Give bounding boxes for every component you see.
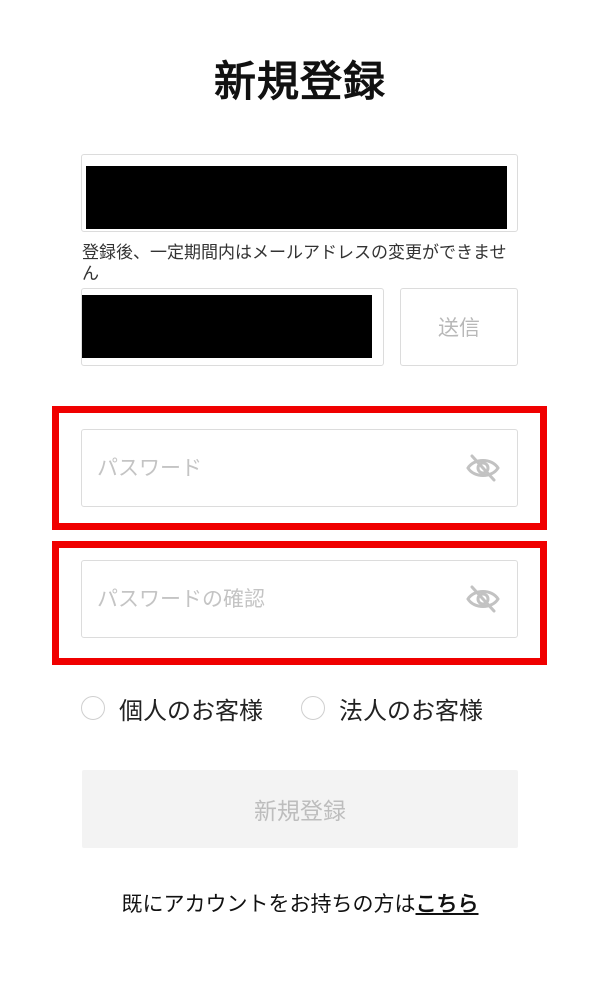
verification-code-field[interactable] [81,288,384,366]
register-button[interactable]: 新規登録 [82,770,518,848]
radio-label-corporate: 法人のお客様 [339,696,483,725]
password-confirm-input[interactable] [82,561,452,637]
login-link[interactable]: こちら [416,892,479,916]
page-title: 新規登録 [213,57,386,106]
email-change-note: 登録後、一定期間内はメールアドレスの変更ができません [82,243,507,284]
redacted-email-value [86,166,507,229]
eye-off-icon[interactable] [465,584,501,614]
password-field[interactable] [81,429,518,507]
email-field[interactable] [81,154,518,232]
eye-off-icon[interactable] [465,453,501,483]
send-button[interactable]: 送信 [400,288,518,366]
radio-circle[interactable] [301,696,325,720]
password-confirm-field[interactable] [81,560,518,638]
radio-label-individual: 個人のお客様 [119,696,263,725]
radio-individual[interactable]: 個人のお客様 [81,688,263,728]
password-input[interactable] [82,430,452,506]
login-prompt: 既にアカウントをお持ちの方はこちら [0,888,600,918]
radio-circle[interactable] [81,696,105,720]
radio-corporate[interactable]: 法人のお客様 [301,688,483,728]
redacted-code-value [82,295,372,358]
login-prompt-text: 既にアカウントをお持ちの方は [121,892,416,916]
